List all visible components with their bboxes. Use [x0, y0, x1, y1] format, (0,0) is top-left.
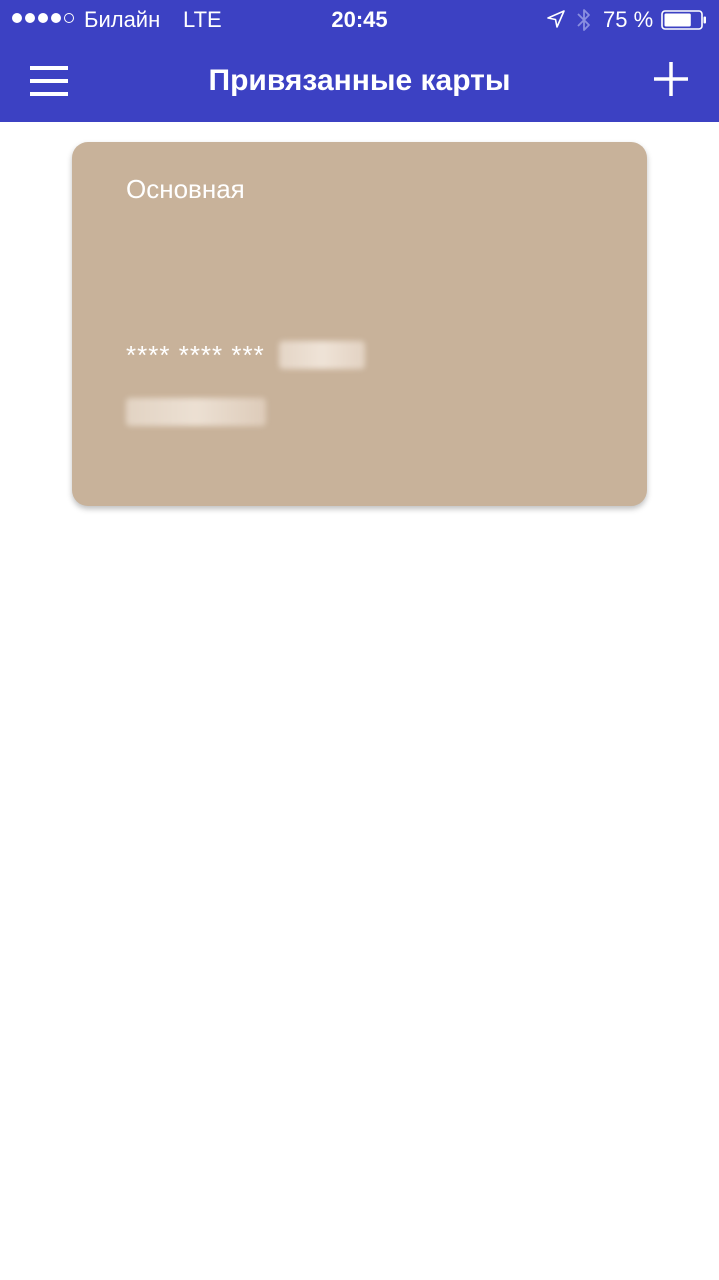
card-number-last-digits-blurred: [278, 341, 365, 369]
card-name: Основная: [126, 174, 245, 204]
plus-icon[interactable]: [653, 61, 689, 97]
battery-percent: 75 %: [603, 7, 654, 32]
battery-icon: [661, 10, 706, 30]
card-expiry-blurred: [126, 398, 266, 426]
bluetooth-icon: [577, 9, 590, 31]
page-title: Привязанные карты: [208, 64, 511, 97]
location-arrow-icon: [547, 10, 565, 28]
navigation-bar: Привязанные карты: [0, 40, 719, 122]
status-bar: Билайн LTE 20:45 75 %: [0, 0, 719, 40]
app-header: Билайн LTE 20:45 75 % Привязанные карты: [0, 0, 719, 122]
card-number-masked: **** **** ***: [126, 340, 265, 370]
card-number: **** **** ***: [126, 341, 365, 369]
bank-card[interactable]: Основная **** **** ***: [72, 142, 647, 506]
